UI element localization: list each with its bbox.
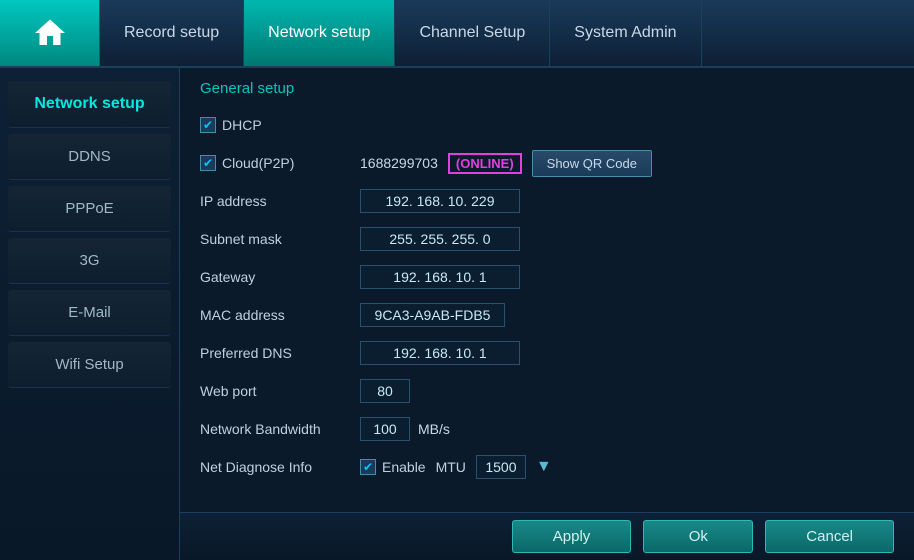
ip-address-row: IP address 192. 168. 10. 229 <box>200 187 894 215</box>
sidebar-item-wifi-setup[interactable]: Wifi Setup <box>8 342 171 388</box>
ip-address-label: IP address <box>200 193 360 209</box>
tab-network-setup[interactable]: Network setup <box>244 0 395 66</box>
home-icon <box>32 15 68 51</box>
diagnose-row: Net Diagnose Info Enable MTU 1500 ▼ <box>200 453 894 481</box>
sidebar-item-email[interactable]: E-Mail <box>8 290 171 336</box>
mac-value: 9CA3-A9AB-FDB5 <box>360 303 505 327</box>
cancel-button[interactable]: Cancel <box>765 520 894 553</box>
cloud-p2p-id: 1688299703 <box>360 155 438 171</box>
mtu-label: MTU <box>436 459 466 475</box>
content-area: General setup DHCP Cloud(P2P) 1688 <box>180 68 914 560</box>
webport-label: Web port <box>200 383 360 399</box>
bandwidth-label: Network Bandwidth <box>200 421 360 437</box>
webport-row: Web port 80 <box>200 377 894 405</box>
cloud-checkbox[interactable] <box>200 155 216 171</box>
cloud-row: Cloud(P2P) 1688299703 (ONLINE) Show QR C… <box>200 149 894 177</box>
bandwidth-row: Network Bandwidth 100 MB/s <box>200 415 894 443</box>
subnet-label: Subnet mask <box>200 231 360 247</box>
sidebar-item-ddns[interactable]: DDNS <box>8 134 171 180</box>
diagnose-label: Net Diagnose Info <box>200 459 360 475</box>
webport-value[interactable]: 80 <box>360 379 410 403</box>
cloud-value-group: 1688299703 (ONLINE) Show QR Code <box>360 150 652 177</box>
enable-checkbox-label[interactable]: Enable <box>360 459 426 475</box>
tab-record-setup[interactable]: Record setup <box>100 0 244 66</box>
subnet-value[interactable]: 255. 255. 255. 0 <box>360 227 520 251</box>
main-layout: Network setup DDNS PPPoE 3G E-Mail Wifi … <box>0 68 914 560</box>
mtu-value[interactable]: 1500 <box>476 455 526 479</box>
section-title: General setup <box>200 80 894 97</box>
sidebar-item-pppoe[interactable]: PPPoE <box>8 186 171 232</box>
ok-button[interactable]: Ok <box>643 520 753 553</box>
dhcp-checkbox-label[interactable]: DHCP <box>200 117 262 133</box>
tab-channel-setup[interactable]: Channel Setup <box>395 0 550 66</box>
subnet-row: Subnet mask 255. 255. 255. 0 <box>200 225 894 253</box>
dhcp-checkbox[interactable] <box>200 117 216 133</box>
cloud-online-badge: (ONLINE) <box>448 153 522 174</box>
form-section: DHCP Cloud(P2P) 1688299703 (ONLINE) Show… <box>200 111 894 531</box>
mtu-dropdown-arrow[interactable]: ▼ <box>536 458 552 476</box>
dhcp-row: DHCP <box>200 111 894 139</box>
top-nav: Record setup Network setup Channel Setup… <box>0 0 914 68</box>
dns-label: Preferred DNS <box>200 345 360 361</box>
gateway-value[interactable]: 192. 168. 10. 1 <box>360 265 520 289</box>
sidebar: Network setup DDNS PPPoE 3G E-Mail Wifi … <box>0 68 180 560</box>
enable-checkbox[interactable] <box>360 459 376 475</box>
ip-address-value[interactable]: 192. 168. 10. 229 <box>360 189 520 213</box>
bandwidth-value[interactable]: 100 <box>360 417 410 441</box>
show-qr-code-button[interactable]: Show QR Code <box>532 150 652 177</box>
mac-label: MAC address <box>200 307 360 323</box>
mac-row: MAC address 9CA3-A9AB-FDB5 <box>200 301 894 329</box>
sidebar-item-3g[interactable]: 3G <box>8 238 171 284</box>
gateway-row: Gateway 192. 168. 10. 1 <box>200 263 894 291</box>
home-button[interactable] <box>0 0 100 66</box>
sidebar-item-network-setup[interactable]: Network setup <box>8 81 171 128</box>
tab-system-admin[interactable]: System Admin <box>550 0 701 66</box>
cloud-checkbox-label[interactable]: Cloud(P2P) <box>200 155 360 171</box>
bottom-bar: Apply Ok Cancel <box>180 512 914 560</box>
dns-value[interactable]: 192. 168. 10. 1 <box>360 341 520 365</box>
gateway-label: Gateway <box>200 269 360 285</box>
bandwidth-unit: MB/s <box>418 421 450 437</box>
dns-row: Preferred DNS 192. 168. 10. 1 <box>200 339 894 367</box>
apply-button[interactable]: Apply <box>512 520 632 553</box>
